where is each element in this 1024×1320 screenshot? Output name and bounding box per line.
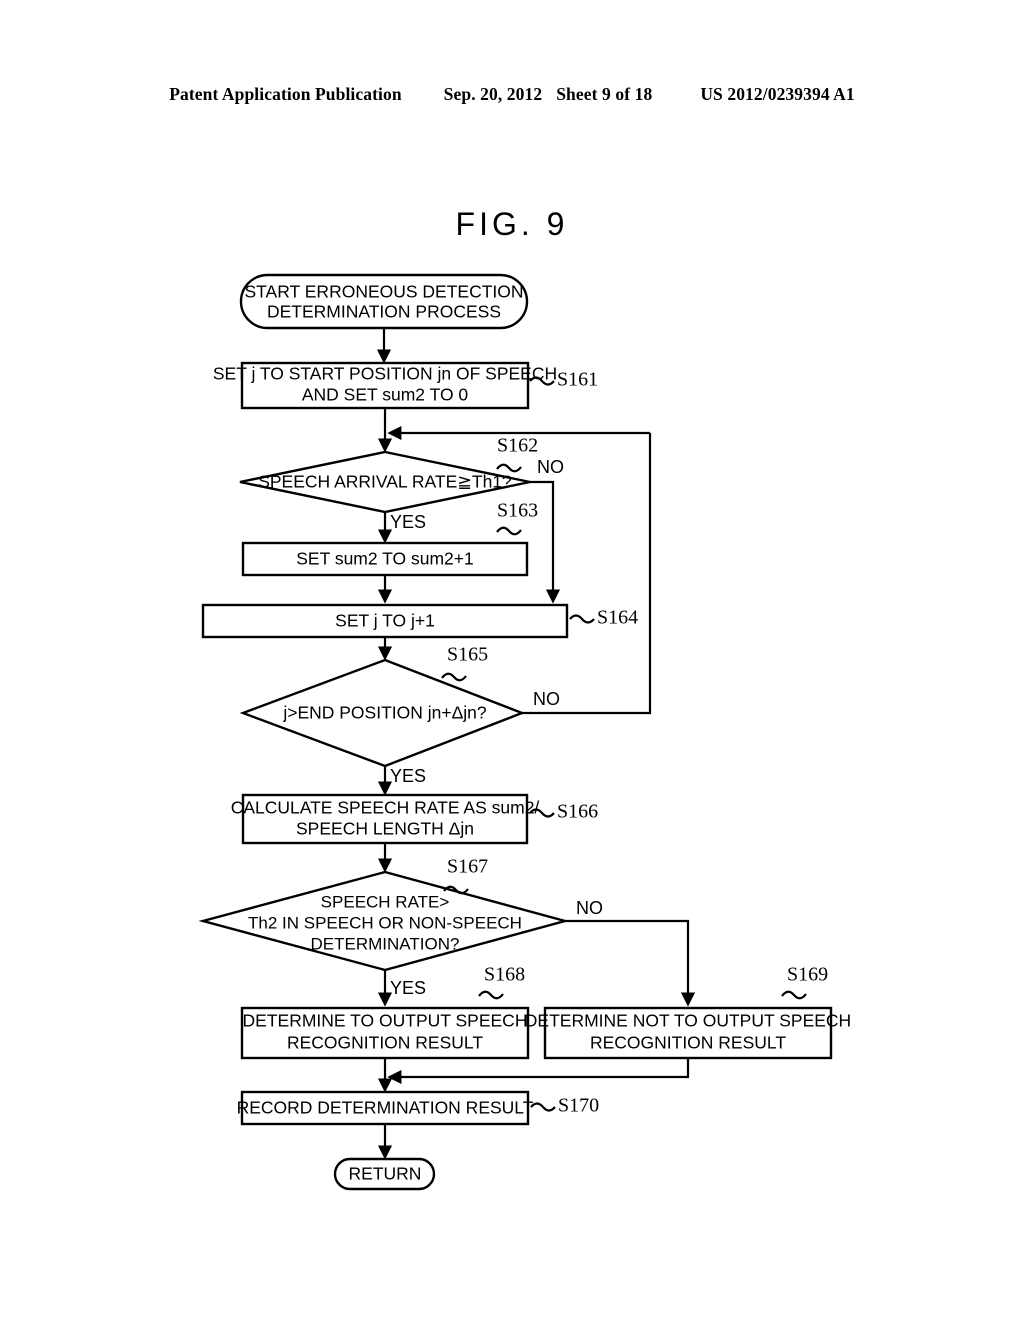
ref-label-s165: S165 <box>447 644 488 666</box>
ref-label-s169: S169 <box>787 964 828 986</box>
node-s170: RECORD DETERMINATION RESULT <box>237 1090 534 1126</box>
flowchart-diagram: START ERRONEOUS DETECTION DETERMINATION … <box>198 273 851 1191</box>
node-s165: j>END POSITION jn+Δjn? <box>239 658 526 768</box>
node-s165-line1: j>END POSITION jn+Δjn? <box>282 703 487 723</box>
ref-label-s170: S170 <box>558 1095 599 1117</box>
node-s161-line1: SET j TO START POSITION jn OF SPEECH <box>213 364 557 384</box>
branch-label-s165-yes: YES <box>390 766 426 786</box>
ref-leader-s162 <box>496 463 522 473</box>
branch-label-s167-yes: YES <box>390 978 426 998</box>
node-return-line1: RETURN <box>349 1164 422 1184</box>
node-s170-line1: RECORD DETERMINATION RESULT <box>237 1098 534 1118</box>
ref-leader-s163 <box>496 526 522 536</box>
edge-s167-no-to-s169 <box>565 919 696 1007</box>
node-s167-line1: SPEECH RATE> <box>321 892 450 911</box>
node-s162: SPEECH ARRIVAL RATE≧Th1? <box>239 450 531 514</box>
ref-label-s162: S162 <box>497 435 538 457</box>
edge-s169-to-merge <box>387 1058 690 1085</box>
branch-label-s162-yes: YES <box>390 512 426 532</box>
node-s163-line1: SET sum2 TO sum2+1 <box>296 549 474 569</box>
node-start-line2: DETERMINATION PROCESS <box>267 302 501 322</box>
node-s161-line2: AND SET sum2 TO 0 <box>302 385 469 405</box>
node-s162-line1: SPEECH ARRIVAL RATE≧Th1? <box>258 472 512 492</box>
ref-leader-s165 <box>441 672 467 682</box>
node-s167-line3: DETERMINATION? <box>311 934 460 953</box>
branch-label-s167-no: NO <box>576 898 603 918</box>
node-s169-line2: RECOGNITION RESULT <box>590 1033 786 1053</box>
ref-leader-s169 <box>781 990 807 1000</box>
node-s168-line2: RECOGNITION RESULT <box>287 1033 483 1053</box>
node-start-line1: START ERRONEOUS DETECTION <box>244 282 523 302</box>
node-s164-line1: SET j TO j+1 <box>335 611 435 631</box>
ref-label-s161: S161 <box>557 369 598 391</box>
node-start: START ERRONEOUS DETECTION DETERMINATION … <box>239 273 529 330</box>
node-s167-line2: Th2 IN SPEECH OR NON-SPEECH <box>248 913 522 932</box>
node-s166-line2: SPEECH LENGTH Δjn <box>296 819 474 839</box>
node-s167: SPEECH RATE> Th2 IN SPEECH OR NON-SPEECH… <box>198 870 570 972</box>
node-s164: SET j TO j+1 <box>201 603 569 639</box>
branch-label-s162-no: NO <box>537 457 564 477</box>
ref-label-s163: S163 <box>497 500 538 522</box>
node-s168-line1: DETERMINE TO OUTPUT SPEECH <box>243 1011 528 1031</box>
node-s169: DETERMINE NOT TO OUTPUT SPEECH RECOGNITI… <box>525 1006 851 1060</box>
node-return: RETURN <box>333 1157 436 1191</box>
ref-label-s164: S164 <box>597 607 638 629</box>
ref-label-s168: S168 <box>484 964 525 986</box>
node-s169-line1: DETERMINE NOT TO OUTPUT SPEECH <box>525 1011 851 1031</box>
ref-label-s166: S166 <box>557 801 598 823</box>
branch-label-s165-no: NO <box>533 689 560 709</box>
node-s166-line1: CALCULATE SPEECH RATE AS sum2/ <box>231 798 540 818</box>
ref-leader-s170 <box>530 1102 556 1112</box>
node-s166: CALCULATE SPEECH RATE AS sum2/ SPEECH LE… <box>231 793 540 845</box>
ref-label-s167: S167 <box>447 856 488 878</box>
node-s168: DETERMINE TO OUTPUT SPEECH RECOGNITION R… <box>240 1006 530 1060</box>
ref-leader-s164 <box>569 614 595 624</box>
node-s163: SET sum2 TO sum2+1 <box>241 541 529 577</box>
ref-leader-s168 <box>478 990 504 1000</box>
node-s161: SET j TO START POSITION jn OF SPEECH AND… <box>213 361 557 410</box>
